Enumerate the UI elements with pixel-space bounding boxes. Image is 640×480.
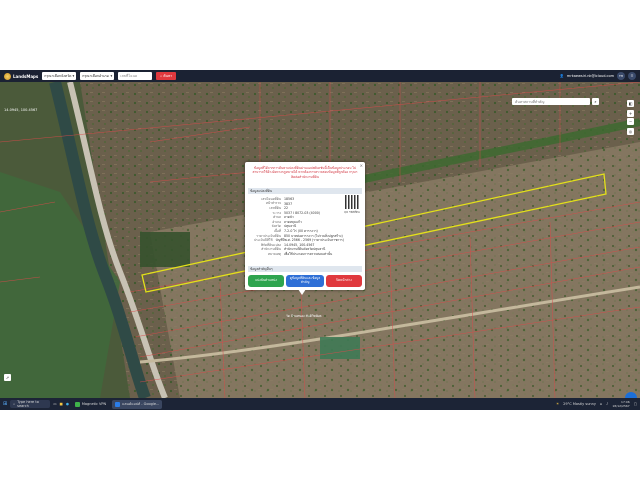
notification-icon[interactable]: ▢	[634, 402, 637, 406]
detail-value: 22	[284, 206, 289, 211]
taskbar-app-label: แลนด์แมปส์ - Google...	[122, 402, 160, 406]
section2-header[interactable]: ข้อมูลสำคัญอื่นๆ	[248, 266, 362, 272]
taskbar-app-label: Magnetic VPN	[81, 402, 107, 406]
network-icon[interactable]: ⌂	[600, 402, 602, 406]
province-select[interactable]: กรุณาเลือกจังหวัด ▾	[42, 72, 77, 80]
close-icon[interactable]: ×	[360, 163, 363, 168]
taskbar-search[interactable]: ⌕ Type here to search	[10, 400, 51, 408]
screen: LandsMaps กรุณาเลือกจังหวัด ▾ กรุณาเลือก…	[0, 70, 640, 410]
share-location-label: แบ่งปันตำแหน่ง	[255, 278, 277, 283]
search-icon: ⌕	[13, 402, 16, 406]
system-tray: ☀ 29°C Mostly sunny ⌂ ♪ 17:06 18/12/2567…	[556, 400, 637, 408]
edge-icon[interactable]: ●	[66, 402, 69, 406]
detail-key: หมายเหตุ	[267, 251, 281, 256]
logo-icon	[4, 72, 11, 80]
browser-app-icon	[115, 401, 121, 407]
detail-row: หมายเหตุ เพื่อใช้ประกอบการตรวจสอบเท่านั้น	[248, 252, 344, 257]
clock-date: 18/12/2567	[612, 404, 630, 408]
taskbar-app-browser[interactable]: แลนด์แมปส์ - Google...	[112, 399, 163, 409]
app-logo[interactable]: LandsMaps	[4, 72, 39, 80]
windows-start-icon[interactable]: ⊞	[3, 401, 7, 407]
weather-text[interactable]: 29°C Mostly sunny	[563, 402, 596, 406]
section-header: ข้อมูลแปลงที่ดิน	[248, 188, 362, 194]
share-location-button[interactable]: แบ่งปันตำแหน่ง	[248, 275, 284, 287]
zoom-in-icon[interactable]: +	[627, 110, 634, 117]
detail-value: เพื่อใช้ประกอบการตรวจสอบเท่านั้น	[284, 251, 333, 256]
task-view-icon[interactable]: ▭	[53, 402, 56, 406]
parcel-number-input[interactable]: เลขที่โฉนด	[118, 72, 153, 80]
place-label: วัด บ้านหนอง สันติวิทย์ผล	[286, 314, 322, 318]
zoom-out-icon[interactable]: −	[627, 118, 634, 125]
close-popup-button[interactable]: ปิดหน้าต่าง	[326, 275, 362, 287]
detail-value: 18563	[284, 197, 295, 202]
parcel-details: เลขโฉนดที่ดิน 18563 หน้าสำรวจ 3837 เลขที่ด…	[248, 197, 344, 257]
view-details-label: ดูข้อมูลที่ดินและข้อมูลสำคัญ	[289, 276, 321, 284]
qr-code[interactable]	[345, 195, 359, 209]
weather-icon: ☀	[555, 402, 560, 406]
vpn-app-icon	[74, 401, 80, 407]
district-select[interactable]: กรุณาเลือกอำเภอ ▾	[80, 72, 115, 80]
layers-icon[interactable]: ◧	[627, 100, 634, 107]
chevron-down-icon: ▾	[110, 74, 113, 78]
search-icon: ⌕	[160, 74, 163, 78]
volume-icon[interactable]: ♪	[606, 402, 608, 406]
qr-label: QR รหัสที่ดิน	[344, 210, 360, 214]
file-explorer-icon[interactable]: ■	[60, 402, 63, 406]
app-title: LandsMaps	[13, 73, 39, 79]
parcel-info-popup: × ข้อมูลที่ได้จากการค้นหาแปลงที่ดินผ่านแ…	[245, 162, 365, 290]
district-select-value: กรุณาเลือกอำเภอ	[82, 74, 109, 78]
user-area: 👤 mrkaewsiri.nk@icloud.com TH ☰	[560, 72, 636, 80]
place-search-input[interactable]: ค้นหาสถานที่สำคัญ	[512, 98, 590, 105]
close-popup-label: ปิดหน้าต่าง	[336, 278, 352, 283]
popup-pointer	[298, 289, 306, 295]
compass-icon[interactable]: ➚	[4, 374, 11, 381]
taskbar-search-placeholder: Type here to search	[17, 400, 39, 408]
disclaimer-notice: ข้อมูลที่ได้จากการค้นหาแปลงที่ดินผ่านแอป…	[252, 166, 358, 179]
clock[interactable]: 17:06 18/12/2567	[612, 400, 629, 408]
location-icon[interactable]: ◎	[627, 128, 634, 135]
taskbar-app-vpn[interactable]: Magnetic VPN	[72, 400, 109, 409]
search-button[interactable]: ⌕ ค้นหา	[156, 72, 177, 80]
search-icon[interactable]: ⌕	[592, 98, 599, 105]
parcel-number-placeholder: เลขที่โฉนด	[120, 74, 138, 78]
user-email[interactable]: mrkaewsiri.nk@icloud.com	[567, 74, 614, 78]
coordinate-readout: 14.0945, 100.4567	[4, 108, 38, 112]
province-select-value: กรุณาเลือกจังหวัด	[44, 74, 72, 78]
user-icon: 👤	[559, 74, 564, 78]
view-details-button[interactable]: ดูข้อมูลที่ดินและข้อมูลสำคัญ	[286, 275, 324, 287]
search-button-label: ค้นหา	[163, 74, 173, 78]
windows-taskbar: ⊞ ⌕ Type here to search ▭ ■ ● Magnetic V…	[0, 398, 640, 410]
detail-value: 3837	[284, 201, 293, 206]
top-toolbar: LandsMaps กรุณาเลือกจังหวัด ▾ กรุณาเลือก…	[0, 70, 640, 82]
menu-icon[interactable]: ☰	[628, 72, 636, 80]
chevron-down-icon: ▾	[72, 74, 75, 78]
language-button[interactable]: TH	[617, 72, 625, 80]
